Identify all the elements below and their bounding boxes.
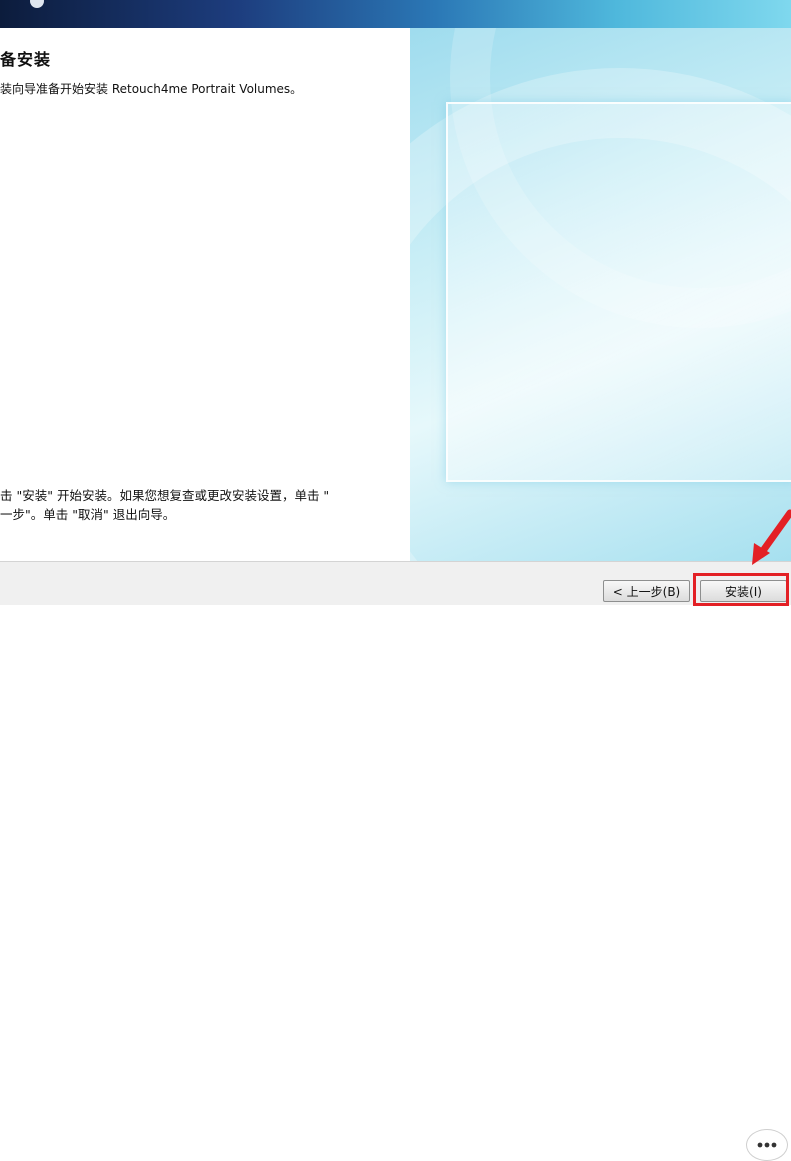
instruction-line-2: 一步"。单击 "取消" 退出向导。 xyxy=(0,507,176,522)
back-button[interactable]: < 上一步(B) xyxy=(603,580,690,602)
banner-logo-fragment xyxy=(30,0,44,8)
instruction-text: 击 "安装" 开始安装。如果您想复查或更改安装设置，单击 " 一步"。单击 "取… xyxy=(0,486,329,524)
page-title: 备安装 xyxy=(0,50,52,69)
wizard-content-panel: 备安装 装向导准备开始安装 Retouch4me Portrait Volume… xyxy=(0,28,410,561)
decorative-side-image xyxy=(410,28,791,561)
glass-frame-decoration xyxy=(446,102,791,482)
wizard-button-bar: < 上一步(B) 安装(I) xyxy=(0,561,791,1161)
install-button[interactable]: 安装(I) xyxy=(700,580,787,602)
wechat-logo-icon xyxy=(746,1129,788,1161)
instruction-line-1: 击 "安装" 开始安装。如果您想复查或更改安装设置，单击 " xyxy=(0,488,330,503)
red-arrow-icon xyxy=(752,509,791,565)
header-banner xyxy=(0,0,791,28)
watermark-dots xyxy=(757,1142,777,1148)
page-description: 装向导准备开始安装 Retouch4me Portrait Volumes。 xyxy=(0,82,303,96)
